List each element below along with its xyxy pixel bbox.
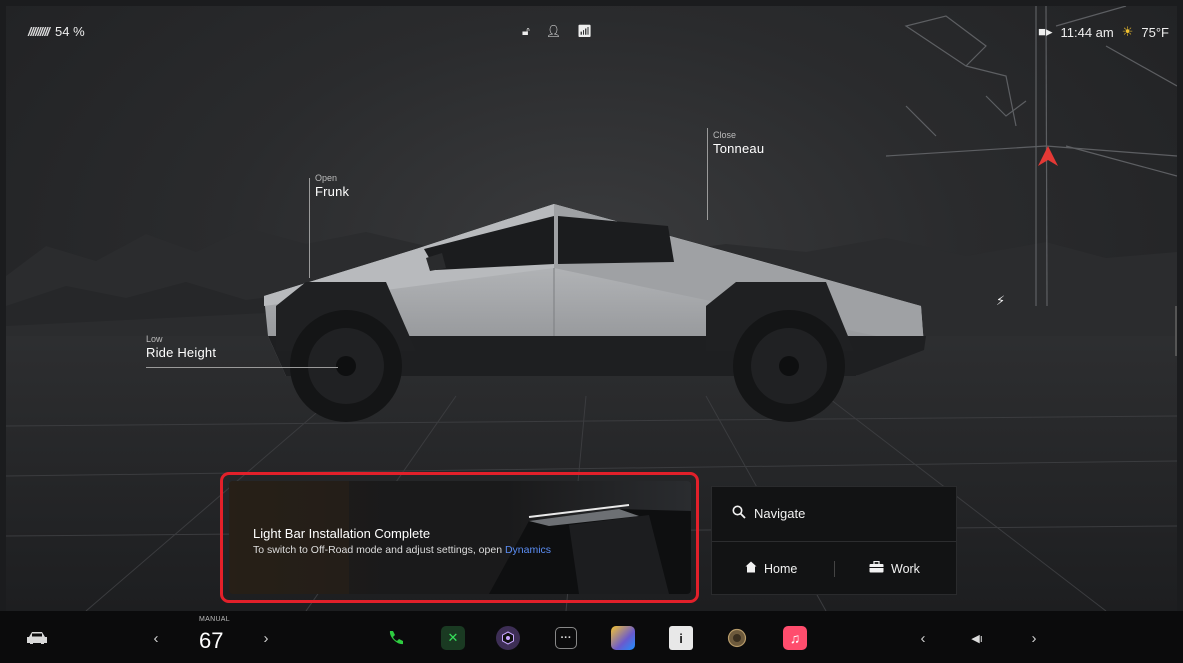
temp-down-chevron-icon[interactable]: ‹ <box>150 626 162 650</box>
home-shortcut[interactable]: Home <box>745 561 797 576</box>
shortcut-separator <box>834 561 835 577</box>
tonneau-label: Tonneau <box>713 141 765 156</box>
clock: 11:44 am <box>1060 24 1114 40</box>
tonneau-leader-line <box>707 128 708 220</box>
wifi-icon: 📶︎ <box>577 24 593 38</box>
car-icon[interactable] <box>24 626 50 650</box>
battery-percent: 54 % <box>55 24 85 39</box>
outside-temperature: 75°F <box>1141 24 1169 40</box>
search-icon <box>732 505 746 522</box>
toybox-app-icon[interactable]: ✕ <box>441 626 465 650</box>
volume-icon[interactable]: ◀︎ı <box>967 626 987 650</box>
navigate-search[interactable]: Navigate <box>732 505 805 522</box>
charge-port-icon[interactable]: ⚡ <box>996 294 1005 309</box>
climate-mode: MANUAL <box>199 616 230 623</box>
frunk-action: Open <box>315 173 338 183</box>
navigate-label: Navigate <box>754 506 806 521</box>
manual-app-icon[interactable]: i <box>669 626 693 650</box>
arcade-app-icon[interactable] <box>611 626 635 650</box>
navigation-divider <box>712 541 956 542</box>
frunk-callout[interactable]: Open Frunk <box>315 173 349 199</box>
status-icons: 🔓︎ 👤︎ 📶︎ <box>522 24 592 39</box>
driver-profile-icon[interactable]: 👤︎ <box>546 24 561 39</box>
notification-highlight-box <box>220 472 699 603</box>
scroll-indicator[interactable] <box>1175 306 1177 356</box>
temp-up-chevron-icon[interactable]: › <box>260 626 272 650</box>
dashcam-icon[interactable]: ■▸ <box>1038 24 1052 40</box>
battery-status: ///////// 54 % <box>28 24 85 39</box>
navigation-card: Navigate Home Work <box>711 486 957 595</box>
volume-down-chevron-icon[interactable]: ‹ <box>917 626 929 650</box>
frunk-leader-line <box>309 178 310 278</box>
ride-height-leader-line <box>146 367 338 368</box>
music-app-icon[interactable]: ♫ <box>783 626 807 650</box>
home-icon <box>745 561 757 576</box>
volume-up-chevron-icon[interactable]: › <box>1028 626 1040 650</box>
navigation-arrow <box>1038 146 1058 166</box>
more-apps-icon[interactable]: ··· <box>554 626 578 650</box>
camera-app-icon[interactable] <box>496 626 520 650</box>
home-label: Home <box>764 561 798 576</box>
sun-icon: ☀ <box>1121 24 1134 39</box>
frunk-label: Frunk <box>315 184 350 199</box>
battery-icon: ///////// <box>28 24 50 39</box>
phone-app-icon[interactable] <box>384 626 408 650</box>
climate-temperature[interactable]: 67 <box>199 628 223 654</box>
ride-height-label: Ride Height <box>146 345 217 360</box>
ride-height-value: Low <box>146 334 163 344</box>
tonneau-action: Close <box>713 130 737 140</box>
work-shortcut[interactable]: Work <box>869 560 920 576</box>
briefcase-icon <box>869 560 884 576</box>
theater-app-icon[interactable] <box>725 626 749 650</box>
work-label: Work <box>891 561 920 576</box>
status-right: ■▸ 11:44 am ☀ 75°F <box>1038 24 1169 40</box>
ride-height-callout[interactable]: Low Ride Height <box>146 334 216 360</box>
bottom-dock: ‹ MANUAL 67 › ✕ ··· i ♫ ‹ ◀︎ı › <box>0 611 1183 663</box>
tonneau-callout[interactable]: Close Tonneau <box>713 130 764 156</box>
lock-icon[interactable]: 🔓︎ <box>522 24 530 39</box>
